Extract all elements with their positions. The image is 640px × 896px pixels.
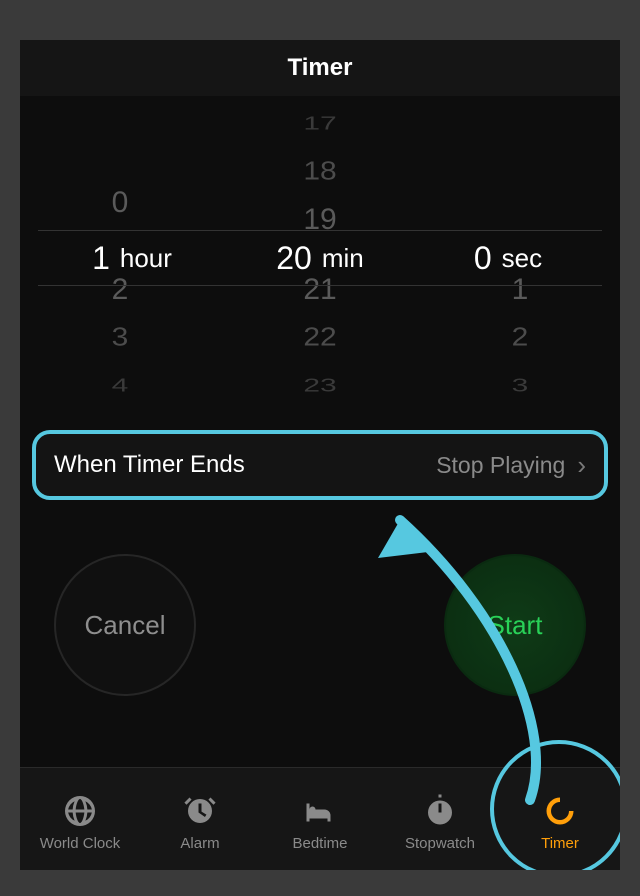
alarm-clock-icon: [182, 793, 218, 829]
picker-option: 19: [303, 196, 336, 244]
picker-option: 1: [512, 266, 529, 314]
hours-wheel[interactable]: 0 2 3 4: [30, 100, 210, 410]
action-buttons: Cancel Start: [20, 500, 620, 696]
picker-option: 3: [512, 372, 529, 401]
tab-stopwatch[interactable]: Stopwatch: [385, 793, 495, 852]
tab-label: Timer: [541, 835, 579, 852]
page-title: Timer: [288, 54, 353, 82]
picker-option: 0: [112, 179, 129, 227]
tab-label: Alarm: [180, 835, 219, 852]
tab-world-clock[interactable]: World Clock: [25, 793, 135, 852]
timer-screen: Timer 0 2 3 4 17 18 19: [20, 40, 620, 870]
stopwatch-icon: [422, 793, 458, 829]
globe-icon: [62, 793, 98, 829]
chevron-right-icon: ›: [577, 450, 586, 481]
picker-option: 22: [303, 318, 336, 359]
picker-option: 4: [112, 372, 129, 401]
start-button-label: Start: [488, 610, 543, 641]
duration-picker[interactable]: 0 2 3 4 17 18 19 21 22 23: [20, 100, 620, 410]
picker-option: 2: [512, 318, 529, 359]
cancel-button[interactable]: Cancel: [54, 554, 196, 696]
picker-option: 18: [303, 152, 336, 193]
tab-label: World Clock: [40, 835, 121, 852]
picker-option: 21: [303, 266, 336, 314]
tab-label: Stopwatch: [405, 835, 475, 852]
bed-icon: [302, 793, 338, 829]
tab-bedtime[interactable]: Bedtime: [265, 793, 375, 852]
cancel-button-label: Cancel: [85, 610, 166, 641]
timer-icon: [542, 793, 578, 829]
seconds-wheel[interactable]: 1 2 3: [430, 100, 610, 410]
header: Timer: [20, 40, 620, 96]
picker-option: 17: [303, 110, 336, 139]
start-button[interactable]: Start: [444, 554, 586, 696]
when-timer-ends-row[interactable]: When Timer Ends Stop Playing ›: [32, 430, 608, 500]
tab-timer[interactable]: Timer: [505, 793, 615, 852]
picker-option: 23: [303, 372, 336, 401]
tab-alarm[interactable]: Alarm: [145, 793, 255, 852]
minutes-wheel[interactable]: 17 18 19 21 22 23: [230, 100, 410, 410]
picker-option: 3: [112, 318, 129, 359]
when-timer-ends-value: Stop Playing: [436, 452, 565, 479]
tab-bar: World Clock Alarm Bedtime Stopwatch Time…: [20, 767, 620, 870]
picker-option: 2: [112, 266, 129, 314]
tab-label: Bedtime: [292, 835, 347, 852]
when-timer-ends-label: When Timer Ends: [54, 451, 245, 479]
